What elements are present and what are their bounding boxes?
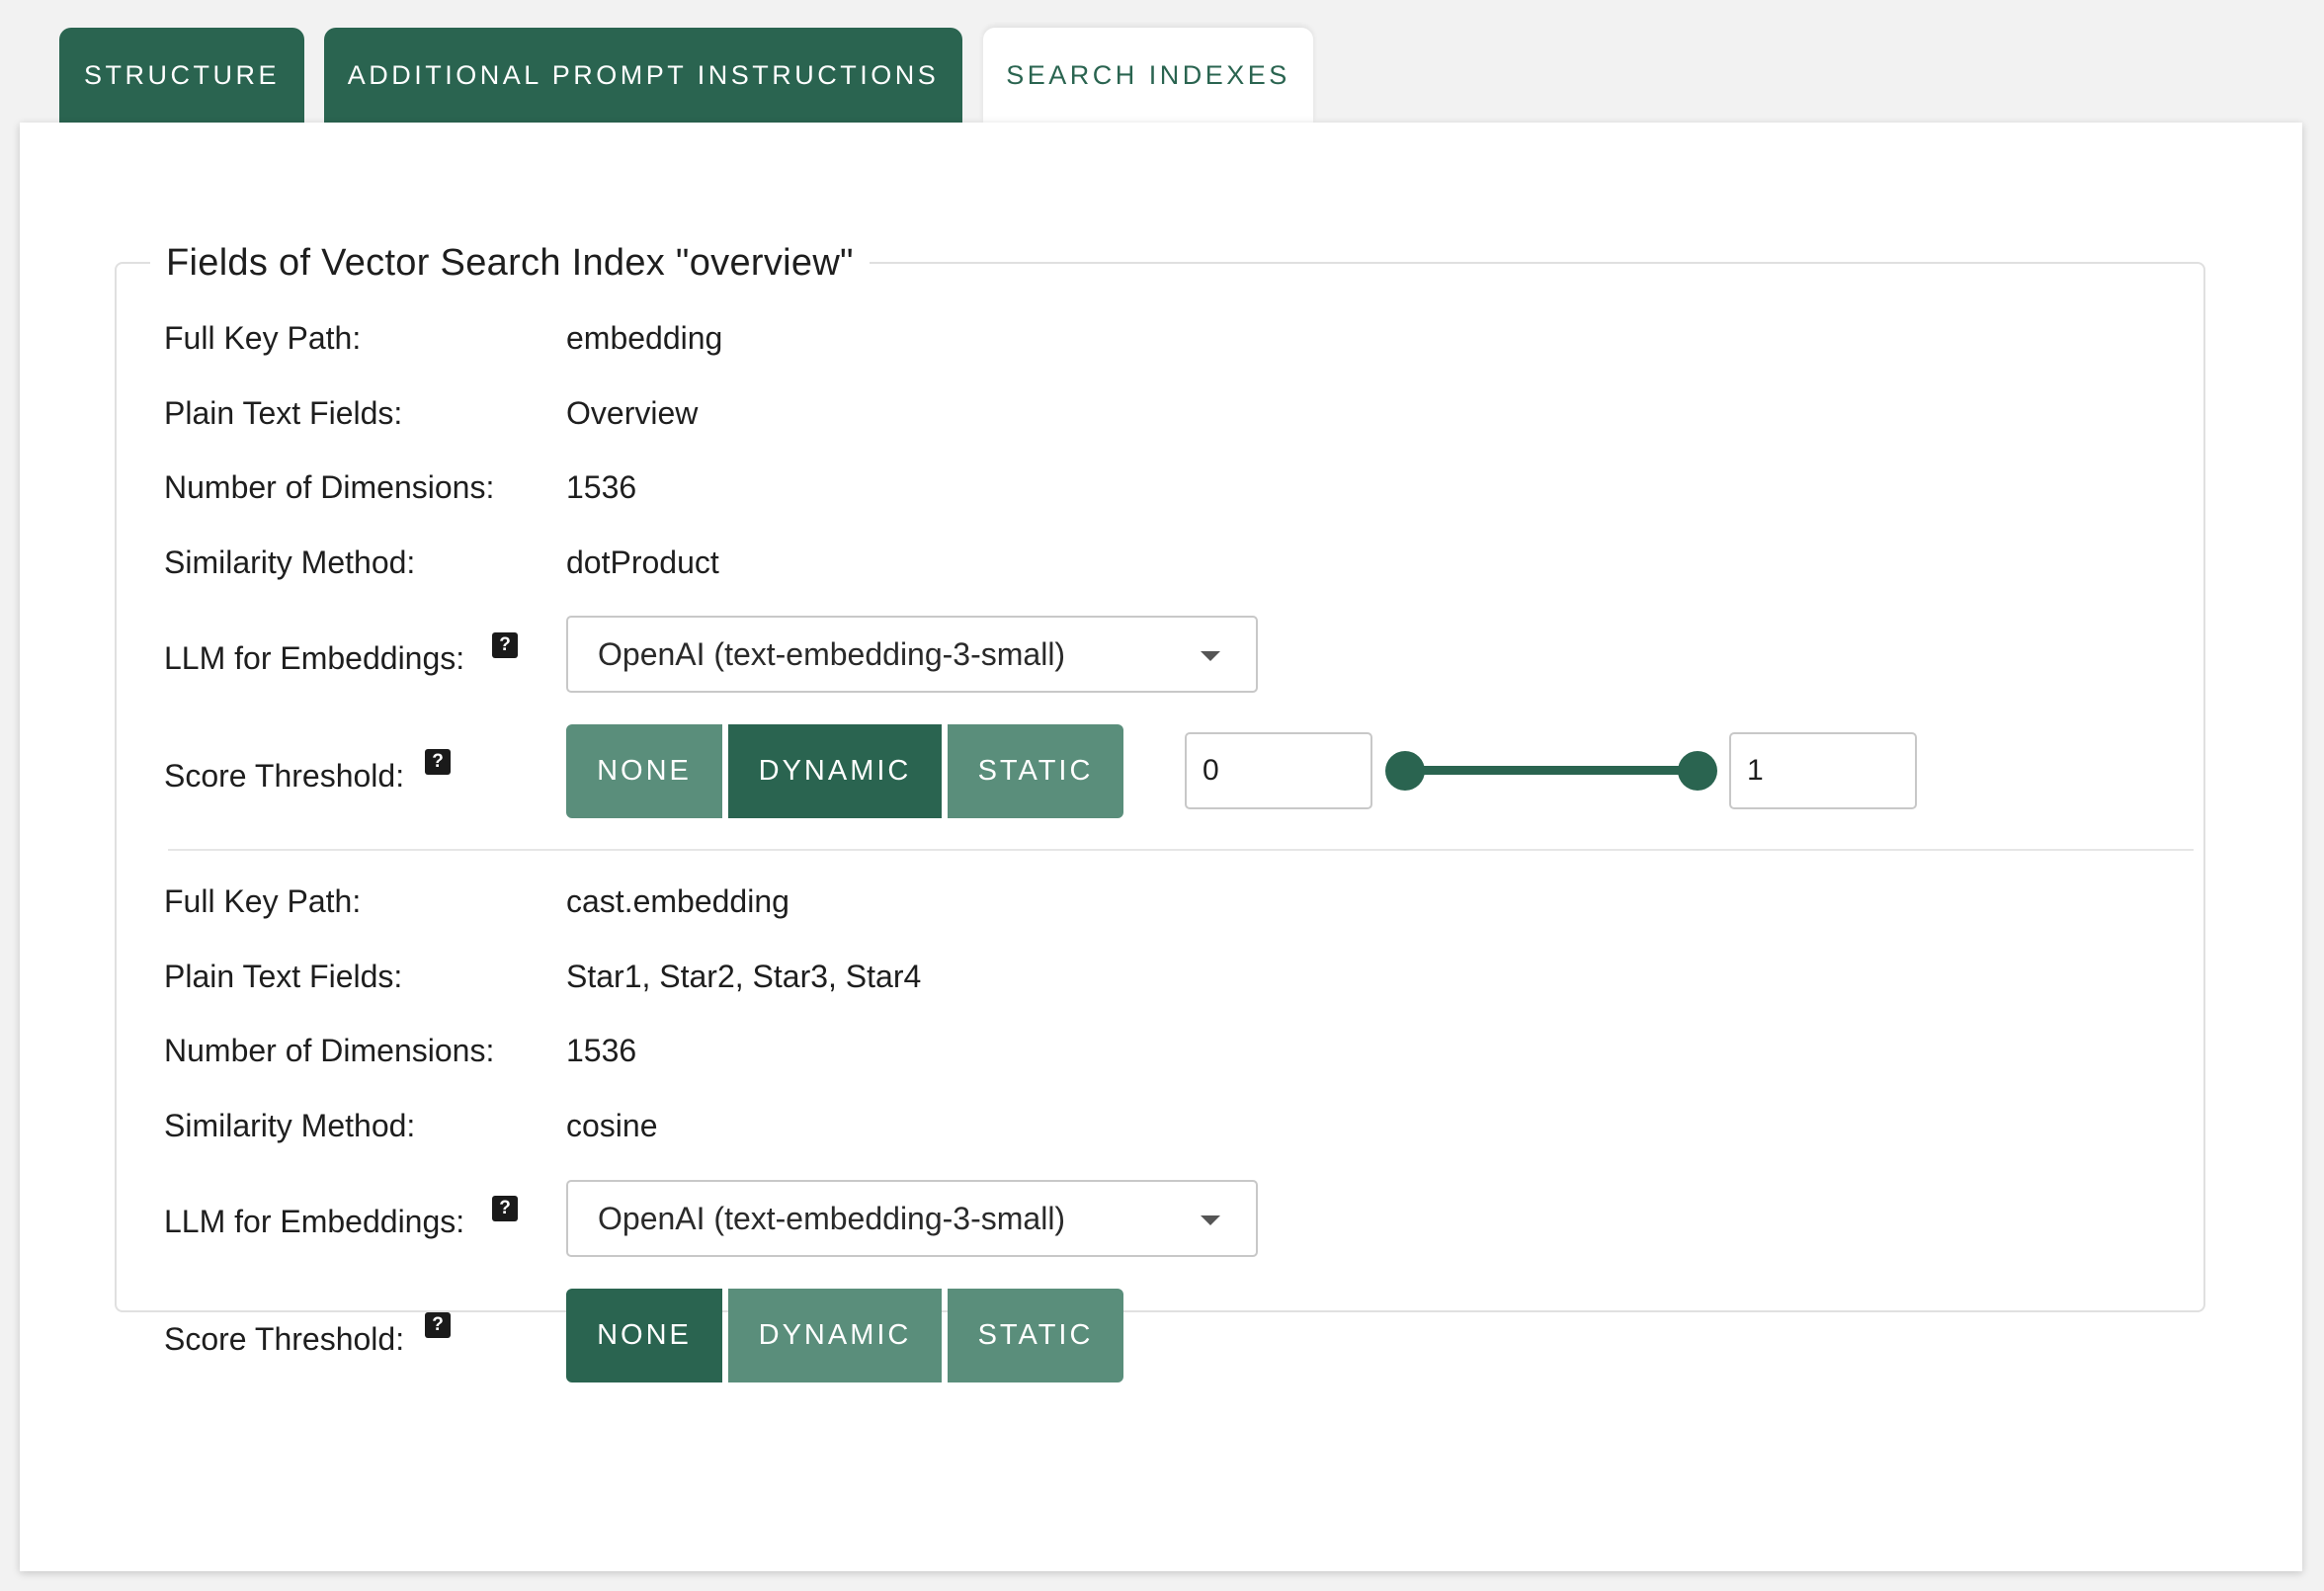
chevron-down-icon: [1201, 1215, 1220, 1225]
llm-embeddings-select[interactable]: OpenAI (text-embedding-3-small): [566, 1180, 1258, 1257]
dimensions-label: Number of Dimensions:: [164, 1033, 495, 1068]
tab-search-indexes[interactable]: SEARCH INDEXES: [983, 28, 1313, 123]
llm-embeddings-selected: OpenAI (text-embedding-3-small): [598, 1201, 1066, 1236]
help-icon[interactable]: ?: [492, 1196, 518, 1221]
score-threshold-label: Score Threshold:: [164, 758, 405, 794]
threshold-none-button[interactable]: NONE: [566, 1289, 722, 1382]
llm-embeddings-selected: OpenAI (text-embedding-3-small): [598, 636, 1066, 672]
help-icon[interactable]: ?: [425, 1312, 451, 1338]
field-divider: [168, 849, 2194, 851]
llm-embeddings-select[interactable]: OpenAI (text-embedding-3-small): [566, 616, 1258, 693]
threshold-dynamic-button[interactable]: DYNAMIC: [728, 724, 942, 818]
threshold-dynamic-button[interactable]: DYNAMIC: [728, 1289, 942, 1382]
full-key-path-value: cast.embedding: [566, 883, 789, 919]
tab-additional-prompt-instructions[interactable]: ADDITIONAL PROMPT INSTRUCTIONS: [324, 28, 962, 123]
chevron-down-icon: [1201, 651, 1220, 661]
plain-text-fields-value: Star1, Star2, Star3, Star4: [566, 959, 922, 994]
threshold-max-input[interactable]: 1: [1729, 732, 1917, 809]
search-indexes-panel: Fields of Vector Search Index "overview"…: [20, 123, 2302, 1571]
threshold-slider-track[interactable]: [1405, 766, 1698, 775]
dimensions-value: 1536: [566, 469, 637, 505]
similarity-method-value: dotProduct: [566, 544, 719, 580]
similarity-method-value: cosine: [566, 1108, 658, 1143]
plain-text-fields-value: Overview: [566, 395, 699, 431]
threshold-slider-min-handle[interactable]: [1385, 751, 1425, 791]
full-key-path-label: Full Key Path:: [164, 883, 362, 919]
full-key-path-label: Full Key Path:: [164, 320, 362, 356]
score-threshold-label: Score Threshold:: [164, 1321, 405, 1357]
plain-text-fields-label: Plain Text Fields:: [164, 395, 403, 431]
similarity-method-label: Similarity Method:: [164, 544, 416, 580]
threshold-min-input[interactable]: 0: [1185, 732, 1372, 809]
threshold-static-button[interactable]: STATIC: [948, 724, 1123, 818]
dimensions-value: 1536: [566, 1033, 637, 1068]
help-icon[interactable]: ?: [492, 632, 518, 658]
llm-embeddings-label: LLM for Embeddings:: [164, 640, 465, 676]
vector-index-title: Fields of Vector Search Index "overview": [166, 242, 854, 284]
full-key-path-value: embedding: [566, 320, 723, 356]
tab-structure[interactable]: STRUCTURE: [59, 28, 304, 123]
threshold-none-button[interactable]: NONE: [566, 724, 722, 818]
similarity-method-label: Similarity Method:: [164, 1108, 416, 1143]
dimensions-label: Number of Dimensions:: [164, 469, 495, 505]
llm-embeddings-label: LLM for Embeddings:: [164, 1204, 465, 1239]
threshold-static-button[interactable]: STATIC: [948, 1289, 1123, 1382]
help-icon[interactable]: ?: [425, 749, 451, 775]
threshold-slider-max-handle[interactable]: [1678, 751, 1717, 791]
plain-text-fields-label: Plain Text Fields:: [164, 959, 403, 994]
